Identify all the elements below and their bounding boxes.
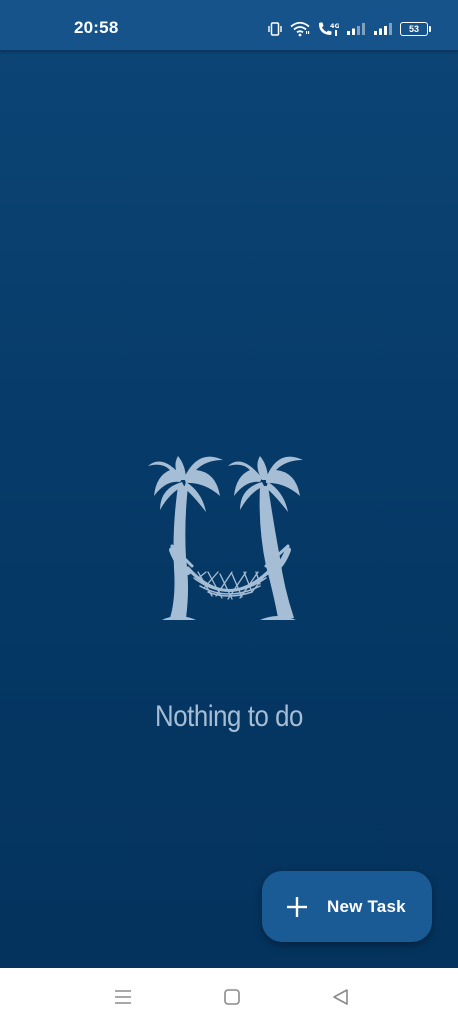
palm-trees-hammock-illustration [148, 448, 308, 628]
signal-icon [346, 22, 366, 36]
new-task-button[interactable]: New Task [262, 871, 432, 942]
volte-call-icon: 4G [317, 21, 339, 37]
back-icon[interactable] [330, 986, 352, 1008]
plus-icon [287, 896, 307, 917]
status-time: 20:58 [74, 18, 119, 37]
vibrate-icon [267, 21, 283, 37]
wifi-icon [290, 21, 310, 37]
navigation-bar [0, 968, 458, 1024]
status-icons: 4G 53 [267, 20, 431, 38]
status-bar: 20:58 4G 53 [0, 0, 458, 50]
signal-icon [373, 22, 393, 36]
new-task-label: New Task [327, 896, 406, 916]
menu-icon[interactable] [112, 986, 134, 1008]
svg-text:4G: 4G [330, 22, 339, 30]
app-screen: 20:58 4G 53 Nothing to do New Task [0, 0, 458, 1024]
empty-state-message: Nothing to do [155, 700, 303, 733]
home-icon[interactable] [221, 986, 243, 1008]
battery-icon: 53 [400, 22, 431, 36]
